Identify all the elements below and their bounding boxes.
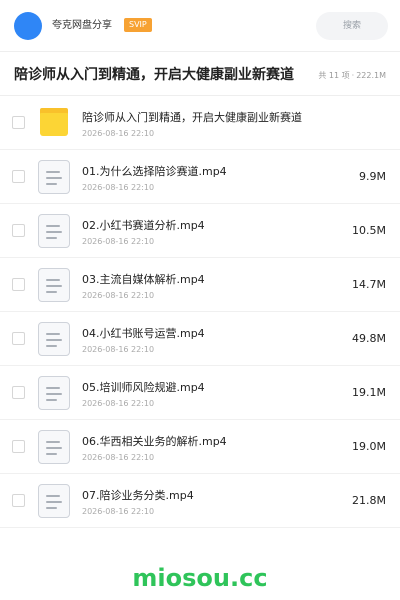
document-icon [38, 322, 70, 356]
document-icon [38, 484, 70, 518]
site-watermark: miosou.cc [132, 564, 268, 592]
item-name: 04.小红书账号运营.mp4 [82, 327, 205, 340]
row-checkbox[interactable] [12, 386, 25, 399]
item-date: 2026-08-16 22:10 [82, 183, 155, 192]
item-size: 19.1M [352, 386, 386, 399]
item-size: 49.8M [352, 332, 386, 345]
item-name: 07.陪诊业务分类.mp4 [82, 489, 194, 502]
item-size: 21.8M [352, 494, 386, 507]
document-icon [38, 268, 70, 302]
item-date: 2026-08-16 22:10 [82, 129, 155, 138]
item-date: 2026-08-16 22:10 [82, 399, 155, 408]
item-name: 06.华西相关业务的解析.mp4 [82, 435, 227, 448]
total-size: 222.1M [356, 71, 386, 80]
item-name: 01.为什么选择陪诊赛道.mp4 [82, 165, 227, 178]
row-checkbox[interactable] [12, 278, 25, 291]
item-size: 14.7M [352, 278, 386, 291]
row-checkbox[interactable] [12, 170, 25, 183]
list-item[interactable]: 07.陪诊业务分类.mp4 2026-08-16 22:10 21.8M [0, 474, 400, 528]
item-count: 共 11 项 [318, 71, 350, 80]
list-item[interactable]: 02.小红书赛道分析.mp4 2026-08-16 22:10 10.5M [0, 204, 400, 258]
row-checkbox[interactable] [12, 332, 25, 345]
item-name: 陪诊师从入门到精通，开启大健康副业新赛道 [82, 111, 302, 124]
list-item[interactable]: 03.主流自媒体解析.mp4 2026-08-16 22:10 14.7M [0, 258, 400, 312]
document-icon [38, 376, 70, 410]
share-summary: 共 11 项 · 222.1M [318, 70, 386, 82]
item-name: 02.小红书赛道分析.mp4 [82, 219, 205, 232]
title-bar: 陪诊师从入门到精通，开启大健康副业新赛道 共 11 项 · 222.1M [0, 52, 400, 96]
list-item-folder[interactable]: 陪诊师从入门到精通，开启大健康副业新赛道 2026-08-16 22:10 [0, 96, 400, 150]
item-size: 19.0M [352, 440, 386, 453]
document-icon [38, 160, 70, 194]
folder-icon [40, 108, 68, 136]
document-icon [38, 214, 70, 248]
search-input[interactable] [316, 12, 388, 40]
row-checkbox[interactable] [12, 440, 25, 453]
list-item[interactable]: 05.培训师风险规避.mp4 2026-08-16 22:10 19.1M [0, 366, 400, 420]
row-checkbox[interactable] [12, 116, 25, 129]
item-date: 2026-08-16 22:10 [82, 291, 155, 300]
item-name: 05.培训师风险规避.mp4 [82, 381, 205, 394]
svip-badge[interactable]: SVIP [124, 18, 152, 32]
item-size: 9.9M [359, 170, 386, 183]
item-name: 03.主流自媒体解析.mp4 [82, 273, 205, 286]
list-item[interactable]: 04.小红书账号运营.mp4 2026-08-16 22:10 49.8M [0, 312, 400, 366]
document-icon [38, 430, 70, 464]
row-checkbox[interactable] [12, 224, 25, 237]
avatar[interactable] [14, 12, 42, 40]
item-date: 2026-08-16 22:10 [82, 237, 155, 246]
item-date: 2026-08-16 22:10 [82, 507, 155, 516]
page-title: 陪诊师从入门到精通，开启大健康副业新赛道 [14, 67, 294, 83]
list-item[interactable]: 01.为什么选择陪诊赛道.mp4 2026-08-16 22:10 9.9M [0, 150, 400, 204]
top-header: 夸克网盘分享 SVIP [0, 0, 400, 52]
row-checkbox[interactable] [12, 494, 25, 507]
item-size: 10.5M [352, 224, 386, 237]
file-list: 陪诊师从入门到精通，开启大健康副业新赛道 2026-08-16 22:10 01… [0, 96, 400, 528]
item-date: 2026-08-16 22:10 [82, 453, 155, 462]
item-date: 2026-08-16 22:10 [82, 345, 155, 354]
list-item[interactable]: 06.华西相关业务的解析.mp4 2026-08-16 22:10 19.0M [0, 420, 400, 474]
app-name: 夸克网盘分享 [52, 20, 112, 31]
